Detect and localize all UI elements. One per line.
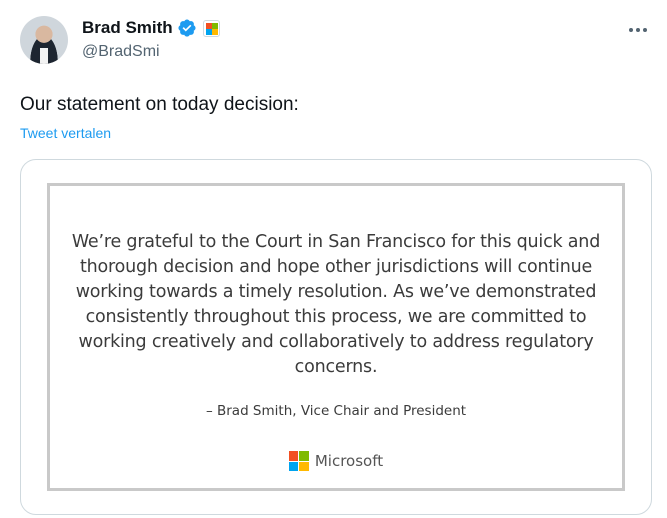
author-display-name[interactable]: Brad Smith <box>82 18 173 38</box>
tweet-image[interactable]: We’re grateful to the Court in San Franc… <box>20 159 652 515</box>
statement-frame: We’re grateful to the Court in San Franc… <box>47 183 625 491</box>
author-handle[interactable]: @BradSmi <box>82 43 220 61</box>
microsoft-wordmark: Microsoft <box>314 452 384 470</box>
quote-line: consistently throughout this process, we… <box>85 307 587 327</box>
tweet-text: Our statement on today decision: <box>20 94 299 115</box>
translate-tweet-link[interactable]: Tweet vertalen <box>20 125 111 141</box>
avatar[interactable] <box>20 16 68 64</box>
more-options-icon[interactable] <box>624 20 652 40</box>
tweet-header: Brad Smith @BradSmi <box>20 14 652 70</box>
statement-quote: We’re grateful to the Court in San Franc… <box>50 230 622 380</box>
affiliate-logo-icon[interactable] <box>202 19 220 37</box>
quote-line: working towards a timely resolution. As … <box>75 282 597 302</box>
microsoft-logo-icon <box>288 451 309 471</box>
quote-line: We’re grateful to the Court in San Franc… <box>71 232 601 252</box>
verified-badge-icon <box>177 18 197 38</box>
quote-line: thorough decision and hope other jurisdi… <box>79 257 593 277</box>
author-info: Brad Smith @BradSmi <box>82 17 220 61</box>
quote-line: concerns. <box>294 357 378 377</box>
statement-attribution: – Brad Smith, Vice Chair and President <box>205 403 467 419</box>
quote-line: working creatively and collaboratively t… <box>78 332 594 352</box>
microsoft-logo: Microsoft <box>50 451 622 471</box>
